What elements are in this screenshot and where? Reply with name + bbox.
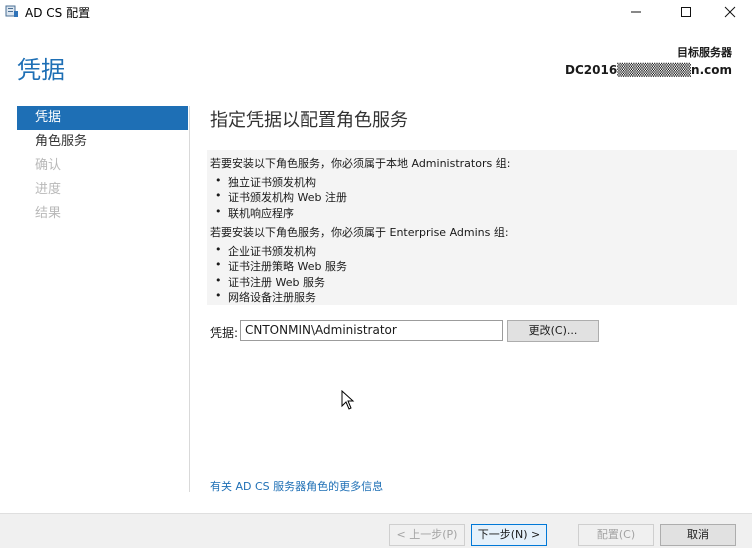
target-server-label: 目标服务器 [677,46,732,59]
nav-item-role-services[interactable]: 角色服务 [17,130,188,154]
section-title: 指定凭据以配置角色服务 [210,110,408,131]
minimize-icon [631,11,641,13]
title-bar: AD CS 配置 [0,0,752,24]
list-item: 证书注册策略 Web 服务 [215,258,347,274]
admins-intro: 若要安装以下角色服务，你必须属于本地 Administrators 组: [210,157,511,170]
wizard-nav: 凭据 角色服务 确认 进度 结果 [17,106,188,226]
nav-item-confirmation: 确认 [35,158,62,173]
list-item: 独立证书颁发机构 [215,174,316,190]
requirements-panel: 若要安装以下角色服务，你必须属于本地 Administrators 组: 独立证… [207,150,737,305]
list-item: 联机响应程序 [215,205,294,221]
close-button[interactable] [707,0,752,24]
nav-item-results: 结果 [35,206,62,221]
previous-button[interactable]: < 上一步(P) [389,524,465,546]
cancel-button[interactable]: 取消 [660,524,736,546]
more-info-link[interactable]: 有关 AD CS 服务器角色的更多信息 [210,478,383,494]
target-server-name: DC2016▒▒▒▒▒▒▒▒n.com [565,63,732,77]
next-button[interactable]: 下一步(N) > [471,524,547,546]
maximize-button[interactable] [663,0,709,24]
maximize-icon [681,7,691,17]
list-item: 证书颁发机构 Web 注册 [215,189,347,205]
nav-item-progress: 进度 [35,182,62,197]
configure-button[interactable]: 配置(C) [578,524,654,546]
list-item: 证书注册 Web 服务 [215,274,325,290]
nav-divider [189,106,190,492]
list-item: 企业证书颁发机构 [215,243,316,259]
page-title: 凭据 [17,56,65,84]
mouse-cursor-icon [341,390,355,410]
minimize-button[interactable] [613,0,659,24]
nav-item-credentials[interactable]: 凭据 [17,106,188,130]
server-manager-icon [5,5,18,17]
close-icon [724,6,736,18]
list-item: 网络设备注册服务 [215,289,316,305]
enterprise-intro: 若要安装以下角色服务，你必须属于 Enterprise Admins 组: [210,226,509,239]
credentials-label: 凭据: [210,326,239,340]
credentials-field[interactable]: CNTONMIN\Administrator [240,320,503,341]
window-title: AD CS 配置 [25,6,91,20]
change-credentials-button[interactable]: 更改(C)... [507,320,599,342]
